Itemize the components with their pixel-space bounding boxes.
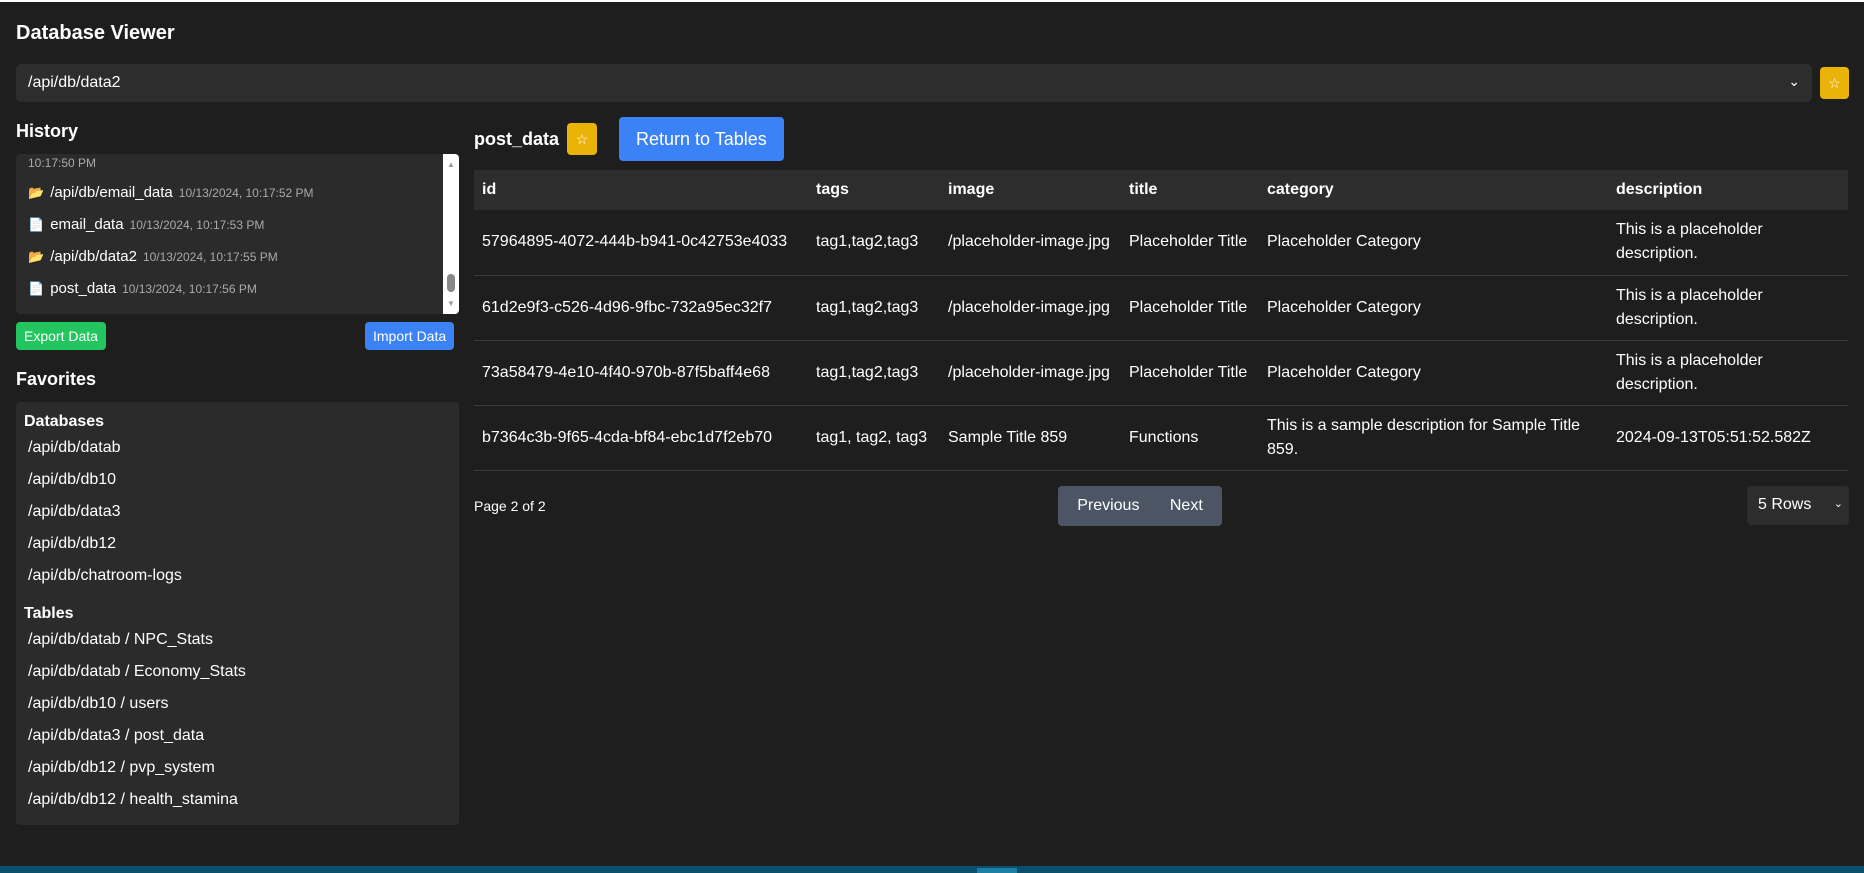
table-row[interactable]: 57964895-4072-444b-b941-0c42753e4033 tag1… xyxy=(474,210,1848,276)
favorite-database-item[interactable]: /api/db/chatroom-logs xyxy=(28,567,182,585)
cell-category: Placeholder Category xyxy=(1259,210,1608,276)
history-item-timestamp: 10/13/2024, 10:17:52 PM xyxy=(178,186,314,200)
history-item[interactable]: 📂 /api/db/data2 10/13/2024, 10:17:55 PM xyxy=(28,248,278,265)
favorite-table-item[interactable]: /api/db/db10 / users xyxy=(28,695,169,713)
table-row[interactable]: 61d2e9f3-c526-4d96-9fbc-732a95ec32f7 tag1… xyxy=(474,275,1848,341)
cell-description: This is a placeholder description. xyxy=(1608,210,1848,276)
history-item-timestamp: 10/13/2024, 10:17:55 PM xyxy=(142,250,278,264)
database-select[interactable]: /api/db/data2 ⌄ xyxy=(16,64,1812,102)
column-header-category[interactable]: category xyxy=(1259,170,1608,210)
data-table: id tags image title category description 5796… xyxy=(474,170,1848,471)
cell-tags: tag1,tag2,tag3 xyxy=(808,340,940,406)
rows-per-page-value: 5 Rows xyxy=(1758,496,1812,513)
history-item-label: email_data xyxy=(50,216,124,233)
database-select-value: /api/db/data2 xyxy=(28,74,121,91)
cell-category: Placeholder Category xyxy=(1259,340,1608,406)
scroll-up-icon[interactable]: ▲ xyxy=(447,160,455,169)
cell-id: 73a58479-4e10-4f40-970b-87f5baff4e68 xyxy=(474,340,808,406)
chevron-down-icon: ⌄ xyxy=(1833,498,1843,510)
cell-id: 61d2e9f3-c526-4d96-9fbc-732a95ec32f7 xyxy=(474,275,808,341)
return-to-tables-button[interactable]: Return to Tables xyxy=(619,117,784,161)
history-item-label: /api/db/email_data xyxy=(50,184,173,201)
history-item-timestamp: 10/13/2024, 10:17:53 PM xyxy=(129,218,265,232)
history-item-label: /api/db/data2 xyxy=(50,248,137,265)
history-item[interactable]: 📄 post_data 10/13/2024, 10:17:56 PM xyxy=(28,280,257,297)
cell-id: b7364c3b-9f65-4cda-bf84-ebc1d7f2eb70 xyxy=(474,405,808,471)
favorite-database-button[interactable]: ☆ xyxy=(1820,67,1849,99)
cell-category: Placeholder Category xyxy=(1259,275,1608,341)
taskbar xyxy=(0,866,1864,873)
chevron-down-icon: ⌄ xyxy=(1788,73,1800,89)
export-data-button[interactable]: Export Data xyxy=(16,322,106,350)
cell-tags: tag1,tag2,tag3 xyxy=(808,210,940,276)
history-item-timestamp: 10/13/2024, 10:17:56 PM xyxy=(122,282,257,296)
taskbar-indicator xyxy=(977,868,1017,873)
history-timestamp: 10:17:50 PM xyxy=(28,156,97,170)
cell-image: /placeholder-image.jpg xyxy=(940,340,1121,406)
cell-image: /placeholder-image.jpg xyxy=(940,275,1121,341)
favorite-database-item[interactable]: /api/db/db10 xyxy=(28,471,116,489)
favorite-database-item[interactable]: /api/db/data3 xyxy=(28,503,121,521)
cell-tags: tag1,tag2,tag3 xyxy=(808,275,940,341)
cell-image: Sample Title 859 xyxy=(940,405,1121,471)
column-header-tags[interactable]: tags xyxy=(808,170,940,210)
cell-title: Placeholder Title xyxy=(1121,275,1259,341)
history-list[interactable]: 10:17:50 PM 📂 /api/db/email_data 10/13/202… xyxy=(16,154,459,314)
cell-id: 57964895-4072-444b-b941-0c42753e4033 xyxy=(474,210,808,276)
history-heading: History xyxy=(16,121,79,141)
favorite-database-item[interactable]: /api/db/db12 xyxy=(28,535,116,553)
scroll-thumb[interactable] xyxy=(447,274,455,292)
page-info: Page 2 of 2 xyxy=(474,498,546,514)
history-item[interactable]: 📂 /api/db/email_data 10/13/2024, 10:17:52 … xyxy=(28,184,314,201)
table-header-bar: post_data ☆ Return to Tables xyxy=(474,117,784,161)
favorites-panel: Databases Tables /api/db/datab/api/db/db… xyxy=(16,402,459,825)
column-header-title[interactable]: title xyxy=(1121,170,1259,210)
favorite-table-item[interactable]: /api/db/datab / Economy_Stats xyxy=(28,663,246,681)
favorites-databases-heading: Databases xyxy=(24,413,105,430)
favorite-database-item[interactable]: /api/db/datab xyxy=(28,439,121,457)
favorite-table-item[interactable]: /api/db/db12 / health_stamina xyxy=(28,791,238,809)
cell-description: 2024-09-13T05:51:52.582Z xyxy=(1608,405,1848,471)
favorite-table-item[interactable]: /api/db/datab / NPC_Stats xyxy=(28,631,213,649)
table-row[interactable]: b7364c3b-9f65-4cda-bf84-ebc1d7f2eb70 tag1… xyxy=(474,405,1848,471)
rows-per-page-select[interactable]: 5 Rows ⌄ xyxy=(1747,486,1849,525)
cell-title: Placeholder Title xyxy=(1121,210,1259,276)
cell-description: This is a placeholder description. xyxy=(1608,275,1848,341)
cell-title: Functions xyxy=(1121,405,1259,471)
column-header-image[interactable]: image xyxy=(940,170,1121,210)
cell-tags: tag1, tag2, tag3 xyxy=(808,405,940,471)
table-row[interactable]: 73a58479-4e10-4f40-970b-87f5baff4e68 tag1… xyxy=(474,340,1848,406)
folder-icon: 📂 xyxy=(28,249,45,264)
pagination: Previous Next xyxy=(1058,486,1222,526)
cell-description: This is a placeholder description. xyxy=(1608,340,1848,406)
file-icon: 📄 xyxy=(28,281,45,296)
history-item[interactable]: 📄 email_data 10/13/2024, 10:17:53 PM xyxy=(28,216,264,233)
next-button[interactable]: Next xyxy=(1170,497,1203,515)
app-title: Database Viewer xyxy=(16,22,175,44)
favorites-heading: Favorites xyxy=(16,369,97,389)
column-header-id[interactable]: id xyxy=(474,170,808,210)
folder-icon: 📂 xyxy=(28,185,45,200)
history-item-label: post_data xyxy=(50,280,117,297)
column-header-description[interactable]: description xyxy=(1608,170,1848,210)
previous-button[interactable]: Previous xyxy=(1077,497,1139,515)
history-scrollbar[interactable]: ▲ ▼ xyxy=(443,154,459,314)
table-name: post_data xyxy=(474,128,560,149)
favorite-table-item[interactable]: /api/db/data3 / post_data xyxy=(28,727,204,745)
star-icon: ☆ xyxy=(575,130,589,147)
favorites-tables-heading: Tables xyxy=(24,605,74,622)
star-icon: ☆ xyxy=(1828,74,1841,91)
favorite-table-item[interactable]: /api/db/db12 / pvp_system xyxy=(28,759,215,777)
cell-image: /placeholder-image.jpg xyxy=(940,210,1121,276)
file-icon: 📄 xyxy=(28,217,45,232)
cell-category: This is a sample description for Sample … xyxy=(1259,405,1608,471)
import-data-button[interactable]: Import Data xyxy=(365,322,455,350)
cell-title: Placeholder Title xyxy=(1121,340,1259,406)
favorite-table-button[interactable]: ☆ xyxy=(567,123,598,155)
scroll-down-icon[interactable]: ▼ xyxy=(447,299,455,308)
